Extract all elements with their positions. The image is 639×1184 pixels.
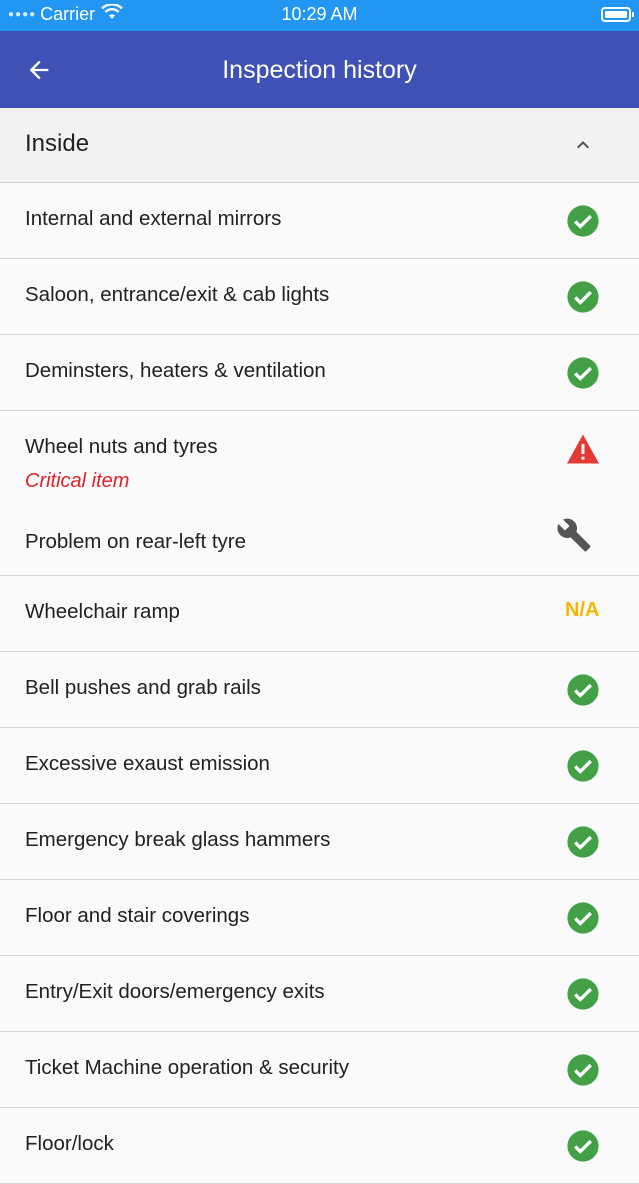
item-label: Saloon, entrance/exit & cab lights	[25, 283, 330, 306]
item-label: Wheel nuts and tyres	[25, 435, 218, 458]
list-item[interactable]: Bell pushes and grab rails	[0, 652, 639, 728]
list-item[interactable]: Saloon, entrance/exit & cab lights	[0, 259, 639, 335]
section-header-inside[interactable]: Inside	[0, 108, 639, 183]
item-label: Floor and stair coverings	[25, 904, 250, 927]
item-label: Bell pushes and grab rails	[25, 676, 261, 699]
check-circle-icon	[567, 1130, 599, 1162]
item-label: Internal and external mirrors	[25, 207, 282, 230]
clock: 10:29 AM	[281, 4, 358, 24]
list-item[interactable]: Floor and stair coverings	[0, 880, 639, 956]
list-item[interactable]: Excessive exaust emission	[0, 728, 639, 804]
list-item[interactable]: Floor/lock	[0, 1108, 639, 1184]
item-label: Emergency break glass hammers	[25, 828, 331, 851]
section-title: Inside	[25, 130, 90, 157]
wrench-icon[interactable]	[556, 517, 592, 553]
check-circle-icon	[567, 674, 599, 706]
item-label: Excessive exaust emission	[25, 752, 270, 775]
check-circle-icon	[567, 357, 599, 389]
battery-icon	[601, 7, 634, 22]
critical-item-label: Critical item	[25, 470, 130, 492]
item-label: Entry/Exit doors/emergency exits	[25, 980, 325, 1003]
list-item[interactable]: Ticket Machine operation & security	[0, 1032, 639, 1108]
list-item[interactable]: Internal and external mirrors	[0, 183, 639, 259]
item-label: Deminsters, heaters & ventilation	[25, 359, 326, 382]
item-label: Ticket Machine operation & security	[25, 1056, 349, 1079]
check-circle-icon	[567, 902, 599, 934]
check-circle-icon	[567, 750, 599, 782]
list-item-critical[interactable]: Wheel nuts and tyres Critical item Probl…	[0, 411, 639, 576]
list-item[interactable]: Deminsters, heaters & ventilation	[0, 335, 639, 411]
warning-icon	[567, 434, 599, 464]
check-circle-icon	[567, 978, 599, 1010]
chevron-up-icon	[577, 141, 589, 149]
list-item[interactable]: Wheelchair ramp N/A	[0, 576, 639, 652]
na-status: N/A	[565, 599, 600, 621]
app-bar: Inspection history	[0, 31, 639, 108]
problem-description: Problem on rear-left tyre	[25, 530, 247, 553]
list-item[interactable]: Emergency break glass hammers	[0, 804, 639, 880]
check-circle-icon	[567, 281, 599, 313]
list-item[interactable]: Entry/Exit doors/emergency exits	[0, 956, 639, 1032]
status-bar: ●●●● Carrier 10:29 AM	[0, 0, 639, 31]
inspection-list: Internal and external mirrors Saloon, en…	[0, 183, 639, 1184]
check-circle-icon	[567, 826, 599, 858]
check-circle-icon	[567, 1054, 599, 1086]
item-label: Wheelchair ramp	[25, 600, 180, 623]
page-title: Inspection history	[222, 56, 417, 84]
check-circle-icon	[567, 205, 599, 237]
